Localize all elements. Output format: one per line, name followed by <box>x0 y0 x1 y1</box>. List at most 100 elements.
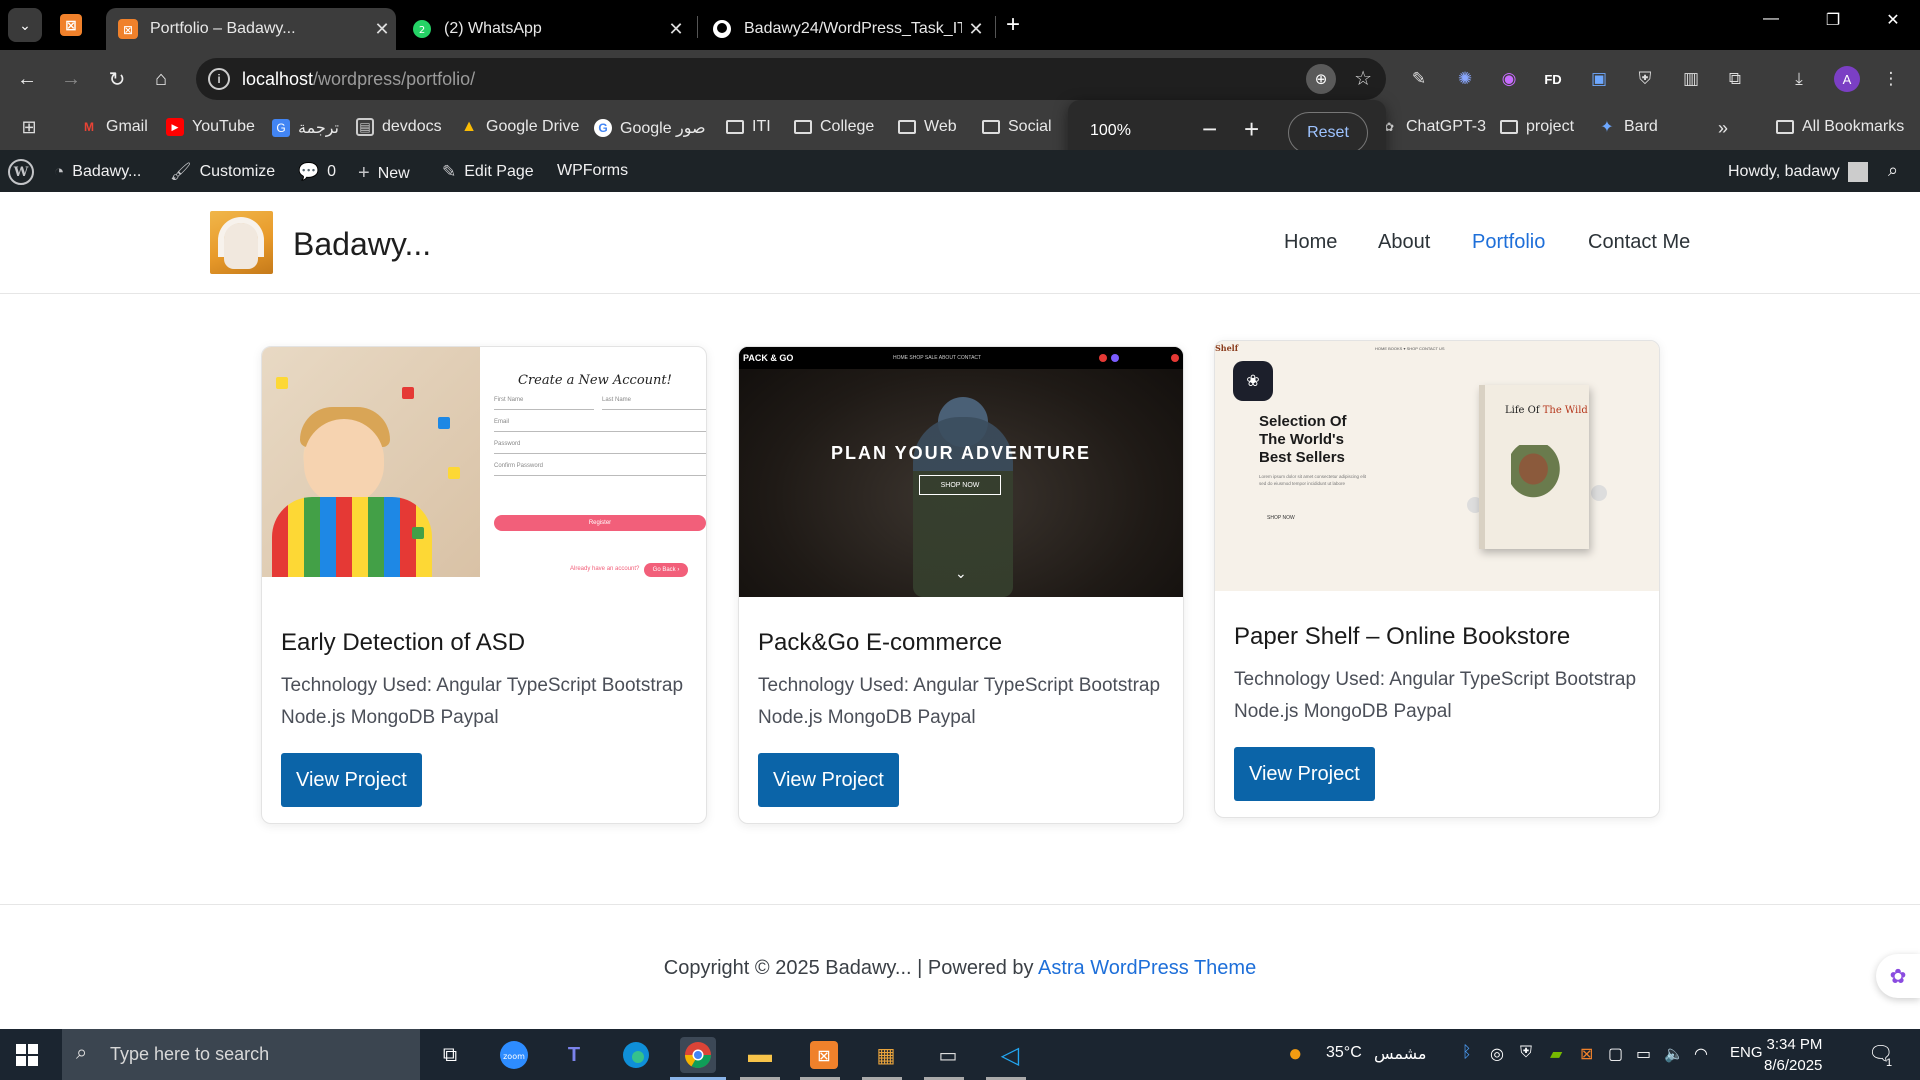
xampp-tray-icon[interactable]: ⊠ <box>1580 1044 1593 1064</box>
tab-whatsapp[interactable]: 2 (2) WhatsApp ✕ <box>400 8 690 50</box>
home-icon[interactable]: ⌂ <box>146 64 176 94</box>
close-tab-icon[interactable]: ✕ <box>662 19 690 40</box>
url-text[interactable]: localhost/wordpress/portfolio/ <box>242 69 475 90</box>
chrome-menu-icon[interactable]: ⋮ <box>1878 66 1904 92</box>
bookmark-devdocs[interactable]: ▤ devdocs <box>356 118 442 136</box>
speaker-muted-icon[interactable]: 🔈 <box>1664 1044 1684 1064</box>
security-shield-icon[interactable]: ⛨ <box>1520 1044 1532 1062</box>
save-extension-icon[interactable]: ▣ <box>1586 66 1612 92</box>
webcam-icon[interactable]: ◎ <box>1490 1044 1504 1064</box>
restore-button[interactable]: ❐ <box>1818 10 1848 30</box>
teams-app-icon[interactable]: T <box>556 1037 592 1073</box>
edge-app-icon[interactable] <box>618 1037 654 1073</box>
windows-start-icon[interactable] <box>16 1044 38 1066</box>
bookmark-folder-project[interactable]: project <box>1500 118 1574 136</box>
taskbar-clock[interactable]: 3:34 PM 8/6/2025 <box>1764 1034 1822 1076</box>
zoom-app-icon[interactable]: zoom <box>496 1037 532 1073</box>
bookmark-folder-college[interactable]: College <box>794 118 874 136</box>
admin-new[interactable]: + New <box>358 162 410 185</box>
bookmark-google-drive[interactable]: ▲ Google Drive <box>460 118 579 136</box>
wordpress-logo-icon[interactable]: W <box>8 159 34 185</box>
bookmark-google-photos[interactable]: G Google صور <box>594 118 706 138</box>
project-thumbnail-asd[interactable]: Create a New Account! First Name Last Na… <box>262 347 706 597</box>
zoom-in-button[interactable]: + <box>1244 114 1259 145</box>
tab-github[interactable]: Badawy24/WordPress_Task_ITI ✕ <box>700 8 990 50</box>
nvidia-icon[interactable]: ▰ <box>1550 1044 1562 1064</box>
xampp-pinned-tab-icon[interactable]: ⊠ <box>58 12 84 38</box>
tab-portfolio[interactable]: ⊠ Portfolio – Badawy... ✕ <box>106 8 396 50</box>
project-thumbnail-papershelf[interactable]: Shelf HOME BOOKS ▾ SHOP CONTACT US ❀ Sel… <box>1215 341 1659 591</box>
eyedropper-extension-icon[interactable]: ✎ <box>1406 66 1432 92</box>
bookmark-gmail[interactable]: M Gmail <box>80 118 148 136</box>
more-bookmarks-chevron-icon[interactable]: » <box>1718 118 1728 139</box>
bookmark-folder-web[interactable]: Web <box>898 118 957 136</box>
battery-icon[interactable]: ▭ <box>1636 1044 1651 1064</box>
file-explorer-icon[interactable]: ▬ <box>742 1037 778 1073</box>
view-project-button[interactable]: View Project <box>281 753 422 807</box>
admin-search-icon[interactable]: ⌕ <box>1888 160 1898 181</box>
bookmark-chatgpt[interactable]: ✿ ChatGPT-3 <box>1380 118 1486 136</box>
fd-extension-icon[interactable]: FD <box>1540 66 1566 92</box>
wifi-icon[interactable]: ◠ <box>1694 1044 1708 1064</box>
bookmark-folder-iti[interactable]: ITI <box>726 118 771 136</box>
winrar-app-icon[interactable]: ▦ <box>868 1037 904 1073</box>
zoom-reset-button[interactable]: Reset <box>1288 112 1368 154</box>
extension-gear-icon[interactable]: ✺ <box>1452 66 1478 92</box>
apps-grid-icon[interactable]: ⊞ <box>20 117 46 137</box>
brain-widget-icon[interactable]: ✿ <box>1876 954 1920 998</box>
minimize-button[interactable]: — <box>1756 10 1786 28</box>
admin-customize[interactable]: 🖌 Customize <box>170 162 275 182</box>
display-icon[interactable]: ▢ <box>1608 1044 1623 1064</box>
shield-extension-icon[interactable]: ⛨ <box>1632 66 1658 92</box>
weather-text[interactable]: مشمس <box>1374 1044 1427 1064</box>
all-bookmarks[interactable]: All Bookmarks <box>1776 118 1904 136</box>
extension-circle-icon[interactable]: ◉ <box>1496 66 1522 92</box>
address-bar[interactable]: i localhost/wordpress/portfolio/ ⊕ ☆ <box>196 58 1386 100</box>
view-project-button[interactable]: View Project <box>1234 747 1375 801</box>
xampp-app-icon[interactable]: ⊠ <box>806 1037 842 1073</box>
bookmark-translate[interactable]: G ترجمة <box>272 118 339 138</box>
zoom-icon[interactable]: ⊕ <box>1306 64 1336 94</box>
nav-contact-me[interactable]: Contact Me <box>1588 231 1690 254</box>
back-arrow-icon[interactable]: ← <box>12 64 42 94</box>
profile-avatar[interactable]: A <box>1834 66 1860 92</box>
site-logo[interactable] <box>210 211 273 274</box>
new-tab-button[interactable]: + <box>1006 12 1020 38</box>
admin-site-name[interactable]: ◔ Badawy... <box>54 162 141 182</box>
nav-home[interactable]: Home <box>1284 231 1337 254</box>
zoom-out-button[interactable]: − <box>1202 114 1217 145</box>
bookmark-star-icon[interactable]: ☆ <box>1354 66 1372 91</box>
taskbar-search[interactable]: ⌕ Type here to search <box>62 1029 420 1080</box>
tab-search-button[interactable]: ⌄ <box>8 8 42 42</box>
close-tab-icon[interactable]: ✕ <box>962 19 990 40</box>
nav-about[interactable]: About <box>1378 231 1430 254</box>
reload-icon[interactable]: ↻ <box>102 64 132 94</box>
sun-weather-icon[interactable]: ● <box>1288 1040 1303 1068</box>
chrome-app-icon[interactable] <box>680 1037 716 1073</box>
bookmark-bard[interactable]: ✦ Bard <box>1598 118 1658 136</box>
downloads-icon[interactable]: ⤓ <box>1786 66 1812 92</box>
nav-portfolio[interactable]: Portfolio <box>1472 231 1545 254</box>
terminal-app-icon[interactable]: ▭ <box>930 1037 966 1073</box>
admin-wpforms[interactable]: WPForms <box>557 162 628 180</box>
site-title[interactable]: Badawy... <box>293 226 431 263</box>
bluetooth-icon[interactable]: ᛒ <box>1462 1044 1472 1062</box>
view-project-button[interactable]: View Project <box>758 753 899 807</box>
weather-temp[interactable]: 35°C <box>1326 1044 1362 1062</box>
astra-theme-link[interactable]: Astra WordPress Theme <box>1038 957 1256 979</box>
extensions-puzzle-icon[interactable]: ⧉ <box>1722 66 1748 92</box>
close-window-button[interactable]: ✕ <box>1878 10 1908 30</box>
project-thumbnail-packgo[interactable]: PACK & GO HOME SHOP SALE ABOUT CONTACT P… <box>739 347 1183 597</box>
admin-edit-page[interactable]: ✎ Edit Page <box>442 162 534 182</box>
forward-arrow-icon[interactable]: → <box>56 64 86 94</box>
grid-extension-icon[interactable]: ▥ <box>1678 66 1704 92</box>
language-indicator[interactable]: ENG <box>1730 1044 1763 1061</box>
admin-comments[interactable]: 💬 0 <box>298 162 336 182</box>
vscode-app-icon[interactable]: ◁ <box>992 1037 1028 1073</box>
admin-account[interactable]: Howdy, badawy <box>1728 162 1868 182</box>
bookmark-youtube[interactable]: ▶ YouTube <box>166 118 255 136</box>
bookmark-folder-social[interactable]: Social <box>982 118 1052 136</box>
task-view-icon[interactable]: ⧉ <box>432 1037 468 1073</box>
site-info-icon[interactable]: i <box>208 68 230 90</box>
close-tab-icon[interactable]: ✕ <box>368 19 396 40</box>
